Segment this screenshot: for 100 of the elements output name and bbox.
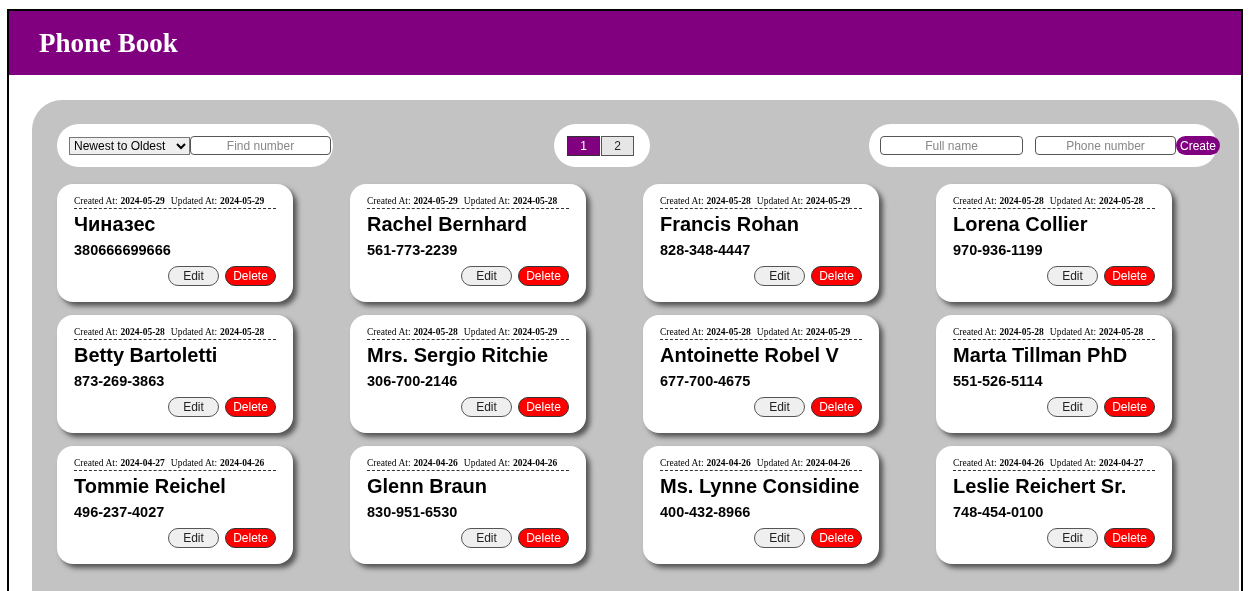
created-date: 2024-05-29 (120, 196, 165, 206)
created-date: 2024-05-28 (999, 196, 1044, 206)
contact-name: Tommie Reichel (74, 475, 227, 498)
created-date: 2024-05-28 (706, 327, 751, 337)
created-date: 2024-04-26 (413, 458, 458, 468)
delete-button[interactable]: Delete (1104, 397, 1155, 417)
search-field[interactable]: Find number (190, 136, 331, 155)
app-title: Phone Book (39, 27, 178, 59)
edit-button[interactable]: Edit (168, 528, 219, 548)
delete-button[interactable]: Delete (811, 528, 862, 548)
delete-button[interactable]: Delete (225, 266, 276, 286)
contact-name: Antoinette Robel V (660, 344, 840, 367)
updated-date: 2024-05-28 (1099, 196, 1144, 206)
contact-name: Чиназес (74, 213, 157, 236)
contact-phone: 830-951-6530 (367, 504, 459, 520)
contact-phone: 306-700-2146 (367, 373, 459, 389)
created-label: Created At: (367, 458, 411, 468)
created-label: Created At: (953, 196, 997, 206)
created-label: Created At: (953, 458, 997, 468)
contact-name: Lorena Collier (953, 213, 1089, 236)
delete-button[interactable]: Delete (811, 266, 862, 286)
created-date: 2024-05-28 (413, 327, 458, 337)
delete-button[interactable]: Delete (518, 528, 569, 548)
delete-button[interactable]: Delete (225, 528, 276, 548)
contact-phone: 970-936-1199 (953, 242, 1044, 258)
created-label: Created At: (660, 327, 704, 337)
delete-button[interactable]: Delete (225, 397, 276, 417)
edit-button[interactable]: Edit (461, 397, 512, 417)
edit-button[interactable]: Edit (754, 528, 805, 548)
contact-name: Francis Rohan (660, 213, 800, 236)
created-date: 2024-04-26 (999, 458, 1044, 468)
edit-button[interactable]: Edit (1047, 397, 1098, 417)
contact-name: Glenn Braun (367, 475, 488, 498)
created-label: Created At: (953, 327, 997, 337)
created-date: 2024-05-29 (413, 196, 458, 206)
edit-button[interactable]: Edit (461, 266, 512, 286)
created-label: Created At: (367, 327, 411, 337)
updated-label: Updated At: (756, 196, 804, 206)
contact-phone: 551-526-5114 (953, 373, 1044, 389)
edit-button[interactable]: Edit (1047, 266, 1098, 286)
updated-label: Updated At: (463, 458, 511, 468)
updated-label: Updated At: (756, 327, 804, 337)
contact-phone: 400-432-8966 (660, 504, 752, 520)
updated-label: Updated At: (463, 196, 511, 206)
updated-date: 2024-05-29 (513, 327, 558, 337)
contact-name: Betty Bartoletti (74, 344, 219, 367)
updated-label: Updated At: (1049, 458, 1097, 468)
contact-name: Ms. Lynne Considine (660, 475, 861, 498)
edit-button[interactable]: Edit (168, 266, 219, 286)
updated-date: 2024-04-26 (220, 458, 265, 468)
edit-button[interactable]: Edit (754, 266, 805, 286)
created-label: Created At: (660, 196, 704, 206)
contact-phone: 496-237-4027 (74, 504, 166, 520)
updated-date: 2024-04-26 (806, 458, 851, 468)
contact-name: Marta Tillman PhD (953, 344, 1129, 367)
edit-button[interactable]: Edit (754, 397, 805, 417)
updated-date: 2024-04-27 (1099, 458, 1144, 468)
created-label: Created At: (74, 327, 118, 337)
contact-phone: 677-700-4675 (660, 373, 752, 389)
contact-phone: 748-454-0100 (953, 504, 1045, 520)
delete-button[interactable]: Delete (1104, 266, 1155, 286)
updated-label: Updated At: (170, 458, 218, 468)
page-button[interactable]: 1 (567, 135, 600, 156)
delete-button[interactable]: Delete (1104, 528, 1155, 548)
edit-button[interactable]: Edit (461, 528, 512, 548)
delete-button[interactable]: Delete (518, 266, 569, 286)
updated-label: Updated At: (463, 327, 511, 337)
edit-button[interactable]: Edit (1047, 528, 1098, 548)
created-date: 2024-05-28 (999, 327, 1044, 337)
contact-phone: 873-269-3863 (74, 373, 166, 389)
contact-phone: 828-348-4447 (660, 242, 752, 258)
created-label: Created At: (74, 196, 118, 206)
created-date: 2024-04-27 (120, 458, 165, 468)
delete-button[interactable]: Delete (518, 397, 569, 417)
contact-phone: 380666699666 (74, 242, 172, 258)
contact-name: Rachel Bernhard (367, 213, 529, 236)
delete-button[interactable]: Delete (811, 397, 862, 417)
created-label: Created At: (367, 196, 411, 206)
edit-button[interactable]: Edit (168, 397, 219, 417)
created-date: 2024-04-26 (706, 458, 751, 468)
created-label: Created At: (74, 458, 118, 468)
created-date: 2024-05-28 (706, 196, 751, 206)
name-field[interactable]: Full name (880, 136, 1023, 155)
create-button[interactable]: Create (1176, 136, 1221, 155)
phone-field[interactable]: Phone number (1035, 136, 1176, 155)
created-label: Created At: (660, 458, 704, 468)
updated-date: 2024-05-29 (806, 196, 851, 206)
contact-phone: 561-773-2239 (367, 242, 459, 258)
contact-name: Leslie Reichert Sr. (953, 475, 1128, 498)
updated-label: Updated At: (1049, 196, 1097, 206)
updated-label: Updated At: (170, 196, 218, 206)
page-button[interactable]: 2 (601, 135, 634, 156)
sort-dropdown[interactable]: Newest to Oldest (69, 136, 190, 155)
updated-label: Updated At: (170, 327, 218, 337)
updated-label: Updated At: (756, 458, 804, 468)
updated-date: 2024-05-28 (1099, 327, 1144, 337)
created-date: 2024-05-28 (120, 327, 165, 337)
updated-date: 2024-05-28 (513, 196, 558, 206)
contact-name: Mrs. Sergio Ritchie (367, 344, 550, 367)
updated-label: Updated At: (1049, 327, 1097, 337)
